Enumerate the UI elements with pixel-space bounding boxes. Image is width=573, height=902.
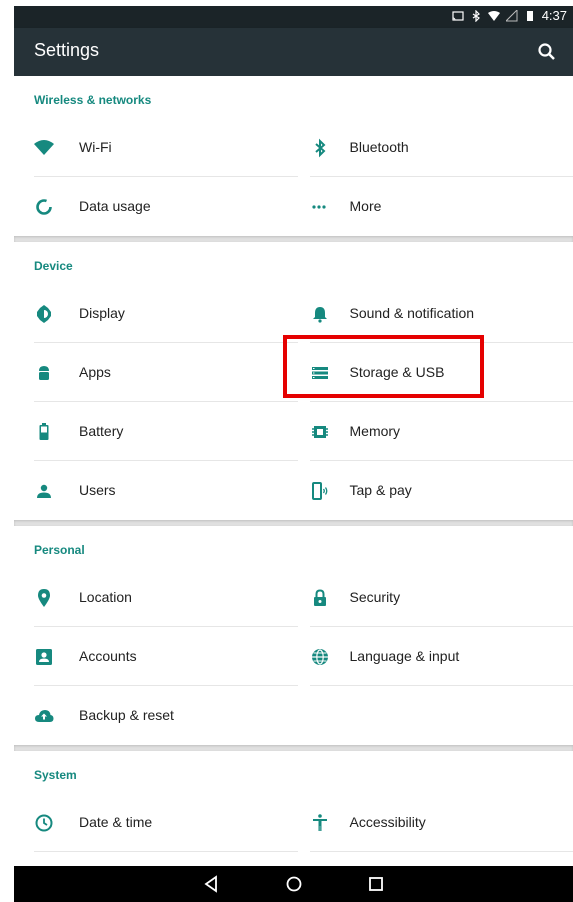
bluetooth-icon: [314, 138, 325, 158]
lock-icon: [313, 589, 326, 606]
setting-users[interactable]: Users: [34, 461, 298, 520]
setting-label: More: [349, 198, 382, 214]
account-box-icon: [36, 649, 52, 665]
setting-label: Backup & reset: [79, 707, 174, 723]
setting-language-input[interactable]: Language & input: [309, 627, 573, 686]
brightness-icon: [37, 305, 51, 323]
empty-cell: [310, 686, 573, 745]
recents-icon[interactable]: [366, 874, 386, 894]
section-title: Wireless & networks: [34, 93, 152, 107]
setting-label: Bluetooth: [349, 139, 409, 155]
setting-label: Tap & pay: [349, 482, 412, 498]
section-personal: Personal Location Security Accounts Lang…: [14, 526, 573, 745]
section-title: Device: [34, 259, 73, 273]
person-icon: [37, 484, 51, 498]
setting-tap-pay[interactable]: Tap & pay: [310, 461, 573, 520]
clock-icon: [35, 814, 53, 832]
setting-label: Memory: [349, 423, 401, 439]
battery-icon: [39, 423, 49, 440]
section-title: System: [34, 768, 77, 782]
setting-label: Location: [79, 589, 132, 605]
navigation-bar: [14, 866, 573, 902]
cast-icon: [452, 10, 464, 21]
setting-label: Security: [349, 589, 401, 605]
setting-more[interactable]: More: [310, 177, 573, 236]
setting-label: Date & time: [79, 814, 153, 830]
setting-label: Users: [79, 482, 116, 498]
wifi-icon: [34, 140, 54, 155]
setting-label: Wi-Fi: [79, 139, 112, 155]
status-time: 4:37: [541, 8, 567, 23]
setting-display[interactable]: Display: [34, 284, 298, 343]
section-device: Device Display Sound & notification Apps: [14, 242, 573, 520]
setting-storage-usb[interactable]: Storage & USB: [309, 343, 573, 402]
setting-accessibility[interactable]: Accessibility: [309, 793, 573, 852]
device-screen: 4:37 Settings Wireless & networks Wi-Fi …: [14, 6, 573, 902]
back-icon[interactable]: [202, 874, 222, 894]
setting-label: Accessibility: [349, 814, 426, 830]
bluetooth-status-icon: [472, 9, 480, 22]
status-bar: 4:37: [14, 6, 573, 28]
setting-label: Display: [79, 305, 125, 321]
setting-battery[interactable]: Battery: [34, 402, 298, 461]
home-icon[interactable]: [284, 874, 304, 894]
accessibility-icon: [312, 814, 327, 831]
signal-icon: [505, 9, 518, 21]
setting-memory[interactable]: Memory: [309, 402, 573, 461]
setting-label: Apps: [79, 364, 111, 380]
location-pin-icon: [38, 589, 50, 607]
bell-icon: [312, 307, 327, 323]
data-usage-icon: [36, 199, 52, 215]
tap-pay-icon: [311, 482, 327, 500]
battery-status-icon: [526, 10, 533, 21]
setting-label: Storage & USB: [349, 364, 445, 380]
storage-icon: [311, 367, 328, 379]
android-icon: [39, 366, 49, 380]
app-bar: Settings: [14, 28, 573, 76]
globe-icon: [311, 649, 328, 665]
settings-list: Wireless & networks Wi-Fi Bluetooth Data…: [14, 76, 573, 902]
setting-apps[interactable]: Apps: [34, 343, 298, 402]
page-title: Settings: [34, 40, 100, 60]
more-icon: [311, 205, 326, 209]
setting-location[interactable]: Location: [34, 568, 298, 627]
setting-wifi[interactable]: Wi-Fi: [34, 118, 298, 177]
setting-accounts[interactable]: Accounts: [34, 627, 298, 686]
setting-label: Sound & notification: [349, 305, 475, 321]
setting-date-time[interactable]: Date & time: [34, 793, 298, 852]
section-wireless: Wireless & networks Wi-Fi Bluetooth Data…: [14, 76, 573, 236]
section-title: Personal: [34, 543, 85, 557]
setting-label: Battery: [79, 423, 124, 439]
setting-backup-reset[interactable]: Backup & reset: [34, 686, 298, 745]
setting-sound-notification[interactable]: Sound & notification: [309, 284, 573, 343]
setting-label: Language & input: [349, 648, 460, 664]
memory-icon: [311, 426, 328, 438]
search-icon[interactable]: [535, 40, 559, 64]
setting-bluetooth[interactable]: Bluetooth: [309, 118, 573, 177]
setting-security[interactable]: Security: [309, 568, 573, 627]
wifi-status-icon: [487, 10, 500, 21]
setting-label: Data usage: [79, 198, 151, 214]
setting-data-usage[interactable]: Data usage: [34, 177, 298, 236]
setting-label: Accounts: [79, 648, 137, 664]
cloud-upload-icon: [35, 710, 54, 722]
